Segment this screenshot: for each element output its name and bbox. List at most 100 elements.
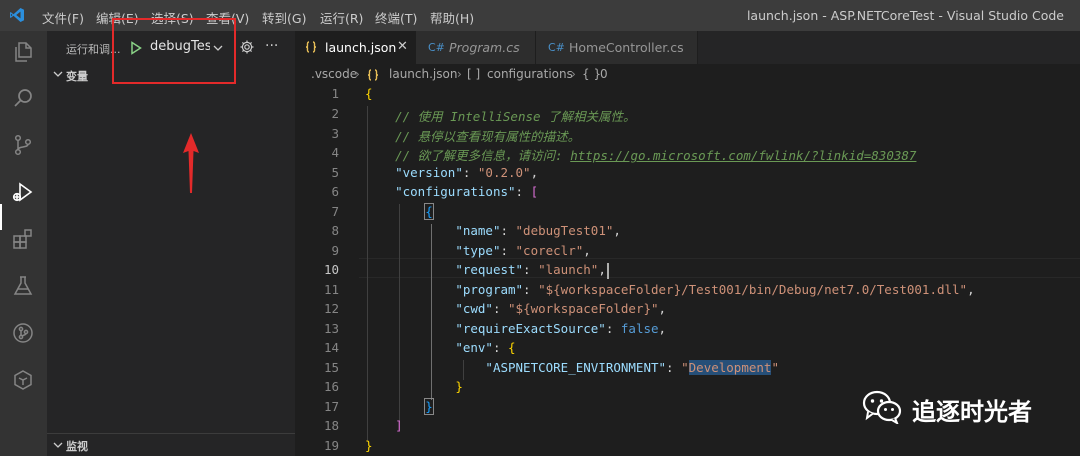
csharp-file-icon: C# [548,41,565,54]
code-line: // 欲了解更多信息，请访问: https://go.microsoft.com… [365,145,916,164]
testing-icon[interactable] [11,274,35,298]
line-number: 16 [323,379,339,394]
json-value: "coreclr" [515,243,584,258]
breadcrumb-file[interactable]: launch.json [389,67,457,81]
line-number: 5 [331,165,339,180]
line-number: 18 [323,418,339,433]
json-file-icon [367,69,379,81]
json-value: "0.2.0" [477,165,531,180]
line-number: 7 [331,204,339,219]
line-number-current: 10 [323,262,339,277]
docs-link[interactable]: https://go.microsoft.com/fwlink/?linkid=… [570,148,916,163]
menu-go[interactable]: 转到(G) [262,8,306,27]
tab-homecontroller-cs[interactable]: C# HomeController.cs [536,31,698,64]
string-quote: " [681,360,689,375]
json-key: "type" [455,243,501,258]
menu-terminal[interactable]: 终端(T) [375,8,417,27]
files-icon[interactable] [11,40,35,64]
chevron-right-icon: › [457,67,462,81]
wechat-logo-icon [862,390,902,424]
json-key: "configurations" [395,184,516,199]
breadcrumb-configurations[interactable]: configurations [487,67,573,81]
json-value: "${workspaceFolder}" [508,301,659,316]
watch-section-header[interactable]: 监视 [47,433,295,455]
comment: // 欲了解更多信息，请访问: [395,148,571,163]
breadcrumb-folder[interactable]: .vscode [311,67,357,81]
code-line: "configurations": [ [395,184,539,199]
window-title: launch.json - ASP.NETCoreTest - Visual S… [746,8,1064,23]
json-key: "ASPNETCORE_ENVIRONMENT" [485,360,667,375]
line-number: 9 [331,243,339,258]
line-number: 19 [323,438,339,453]
json-value: "debugTest01" [515,223,614,238]
code-line: "env": { [455,340,516,355]
breadcrumb-object-0[interactable]: 0 [600,67,608,81]
source-control-icon[interactable] [11,133,35,157]
annotation-arrow-icon [183,133,199,193]
json-value: "${workspaceFolder}/Test001/bin/Debug/ne… [538,282,968,297]
code-line: "program": "${workspaceFolder}/Test001/b… [455,282,975,297]
code-line: "type": "coreclr", [455,243,591,258]
variables-section-label: 变量 [66,70,88,83]
json-key: "program" [455,282,524,297]
code-line: // 悬停以查看现有属性的描述。 [365,126,580,145]
run-debug-icon[interactable] [11,180,35,204]
tab-label: Program.cs [449,40,520,55]
activity-bar [0,31,47,456]
menu-run[interactable]: 运行(R) [320,8,363,27]
tab-label: launch.json [325,40,397,55]
comment: // 使用 IntelliSense 了解相关属性。 [395,109,636,124]
line-number: 12 [323,301,339,316]
array-symbol-icon: [ ] [467,67,481,81]
run-and-debug-sidebar: 运行和调... debugTest01 ··· 变量 监视 [47,18,295,456]
chevron-down-icon [53,71,63,77]
object-symbol-icon: { } [582,67,602,81]
line-number: 8 [331,223,339,238]
code-line: "cwd": "${workspaceFolder}", [455,301,667,316]
remote-explorer-icon[interactable] [11,368,35,392]
breadcrumb: .vscode › launch.json › [ ] configuratio… [295,64,1080,86]
variables-section-header[interactable]: 变量 [47,65,295,87]
tab-launch-json[interactable]: launch.json ✕ [295,31,416,64]
code-line: { [424,203,434,220]
gear-icon[interactable] [239,39,255,55]
active-view-indicator [0,204,2,230]
line-number: 4 [331,145,339,160]
csharp-file-icon: C# [428,41,445,54]
text-cursor [606,262,609,279]
line-number: 13 [323,321,339,336]
line-number: 11 [323,282,339,297]
more-actions-icon[interactable]: ··· [265,38,278,54]
json-key: "version" [395,165,463,180]
selected-text: Development [688,360,772,375]
search-icon[interactable] [11,86,35,110]
json-value: false [620,321,659,336]
comment: // 悬停以查看现有属性的描述。 [395,129,581,144]
chevron-right-icon: › [571,67,576,81]
line-number: 3 [331,126,339,141]
git-graph-icon[interactable] [11,321,35,345]
code-line: } [455,379,463,394]
close-icon[interactable]: ✕ [397,39,408,54]
json-file-icon [305,41,317,53]
json-key: "env" [455,340,493,355]
menu-help[interactable]: 帮助(H) [430,8,474,27]
tab-program-cs[interactable]: C# Program.cs [416,31,536,64]
extensions-icon[interactable] [11,227,35,251]
editor-tab-bar: launch.json ✕ C# Program.cs C# HomeContr… [295,31,1080,64]
line-number: 6 [331,184,339,199]
code-line: "name": "debugTest01", [455,223,621,238]
menu-file[interactable]: 文件(F) [42,8,84,27]
code-line: "requireExactSource": false, [455,321,667,336]
code-line: } [424,398,434,415]
json-key: "name" [455,223,501,238]
code-line: // 使用 IntelliSense 了解相关属性。 [365,106,636,125]
json-value: "launch" [538,262,599,277]
line-number: 2 [331,106,339,121]
code-line: "ASPNETCORE_ENVIRONMENT": "Development" [485,360,779,375]
json-key: "requireExactSource" [455,321,606,336]
watermark-text: 追逐时光者 [912,398,1032,426]
code-line-current: "request": "launch", [365,262,609,279]
tab-label: HomeController.cs [569,40,684,55]
code-line: { [365,86,373,101]
